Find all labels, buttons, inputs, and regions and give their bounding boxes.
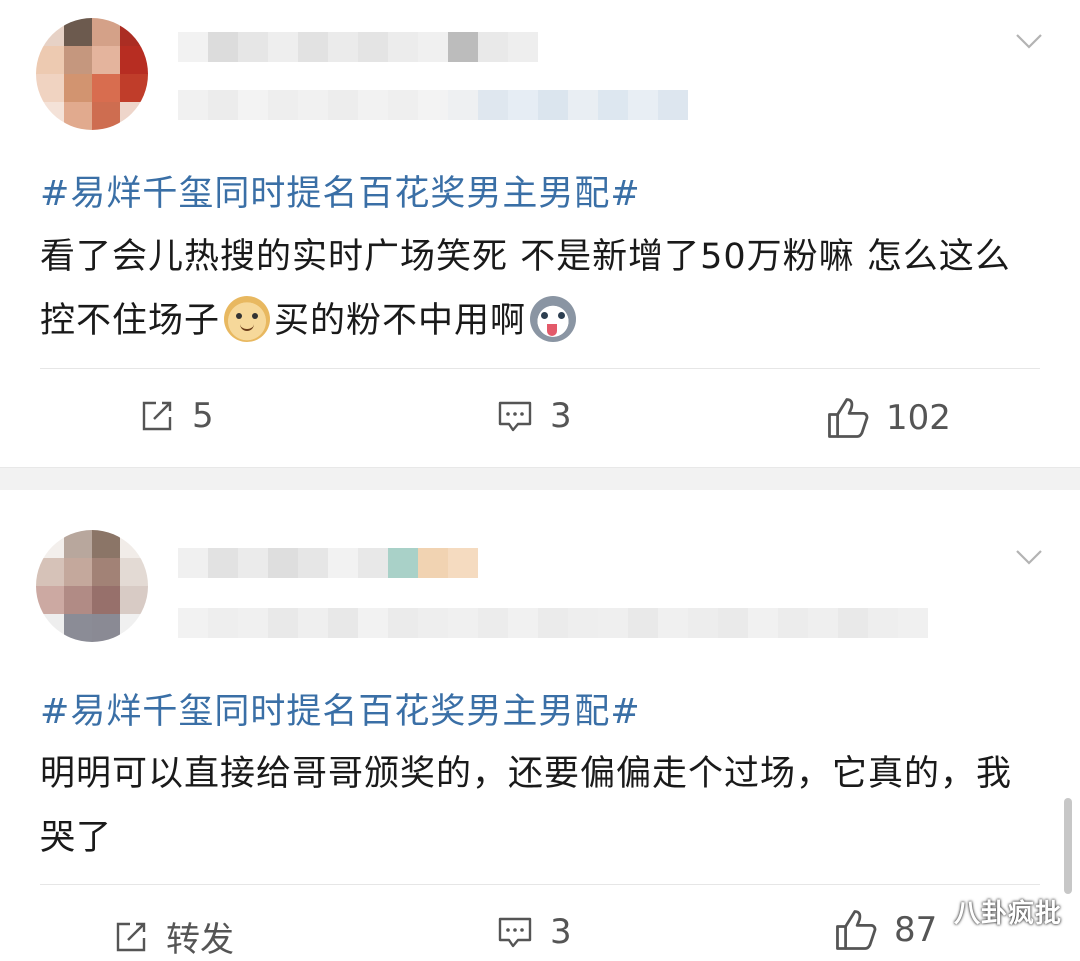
scrollbar[interactable] xyxy=(1064,798,1072,894)
post-card-2: #易烊千玺同时提名百花奖男主男配# 明明可以直接给哥哥颁奖的，还要偏偏走个过场，… xyxy=(0,490,1080,960)
husky-emoji-icon xyxy=(530,296,577,342)
post-card-1: #易烊千玺同时提名百花奖男主男配# 看了会儿热搜的实时广场笑死 不是新增了50万… xyxy=(0,0,1080,467)
like-icon xyxy=(836,910,877,950)
comment-count: 3 xyxy=(550,912,572,952)
chevron-down-icon[interactable] xyxy=(1014,542,1044,572)
post-text: 明明可以直接给哥哥颁奖的，还要偏偏走个过场，它真的，我哭了 xyxy=(40,754,1013,858)
comment-button[interactable]: 3 xyxy=(496,912,572,952)
comment-button[interactable]: 3 xyxy=(496,396,572,436)
like-icon xyxy=(828,398,869,438)
username-blurred[interactable] xyxy=(178,32,538,62)
repost-icon xyxy=(142,401,172,431)
repost-button[interactable]: 转发 xyxy=(112,912,234,961)
doge-emoji-icon xyxy=(224,296,271,342)
like-button[interactable]: 87 xyxy=(834,908,937,952)
comment-count: 3 xyxy=(550,396,572,436)
topic-hashtag[interactable]: #易烊千玺同时提名百花奖男主男配# xyxy=(40,683,641,734)
avatar[interactable] xyxy=(36,530,148,642)
divider xyxy=(40,884,1040,885)
repost-count: 5 xyxy=(192,396,214,436)
avatar[interactable] xyxy=(36,18,148,130)
username-blurred[interactable] xyxy=(178,548,478,578)
repost-button[interactable]: 5 xyxy=(138,396,214,436)
divider xyxy=(40,368,1040,369)
like-button[interactable]: 102 xyxy=(826,396,951,440)
post-text-part2: 买的粉不中用啊 xyxy=(274,301,527,341)
post-meta-blurred xyxy=(178,608,928,638)
post-text: 看了会儿热搜的实时广场笑死 不是新增了50万粉嘛 怎么这么控不住场子 买的粉不中用… xyxy=(40,225,1040,353)
chevron-down-icon[interactable] xyxy=(1014,26,1044,56)
like-count: 87 xyxy=(894,910,938,950)
topic-hashtag[interactable]: #易烊千玺同时提名百花奖男主男配# xyxy=(40,165,641,216)
watermark: 八卦疯批 xyxy=(953,899,1062,929)
like-count: 102 xyxy=(886,398,951,438)
repost-label: 转发 xyxy=(166,920,234,960)
repost-icon xyxy=(116,922,146,951)
comment-icon xyxy=(498,917,532,948)
post-meta-blurred xyxy=(178,90,688,120)
comment-icon xyxy=(498,401,532,432)
post-separator xyxy=(0,467,1080,491)
